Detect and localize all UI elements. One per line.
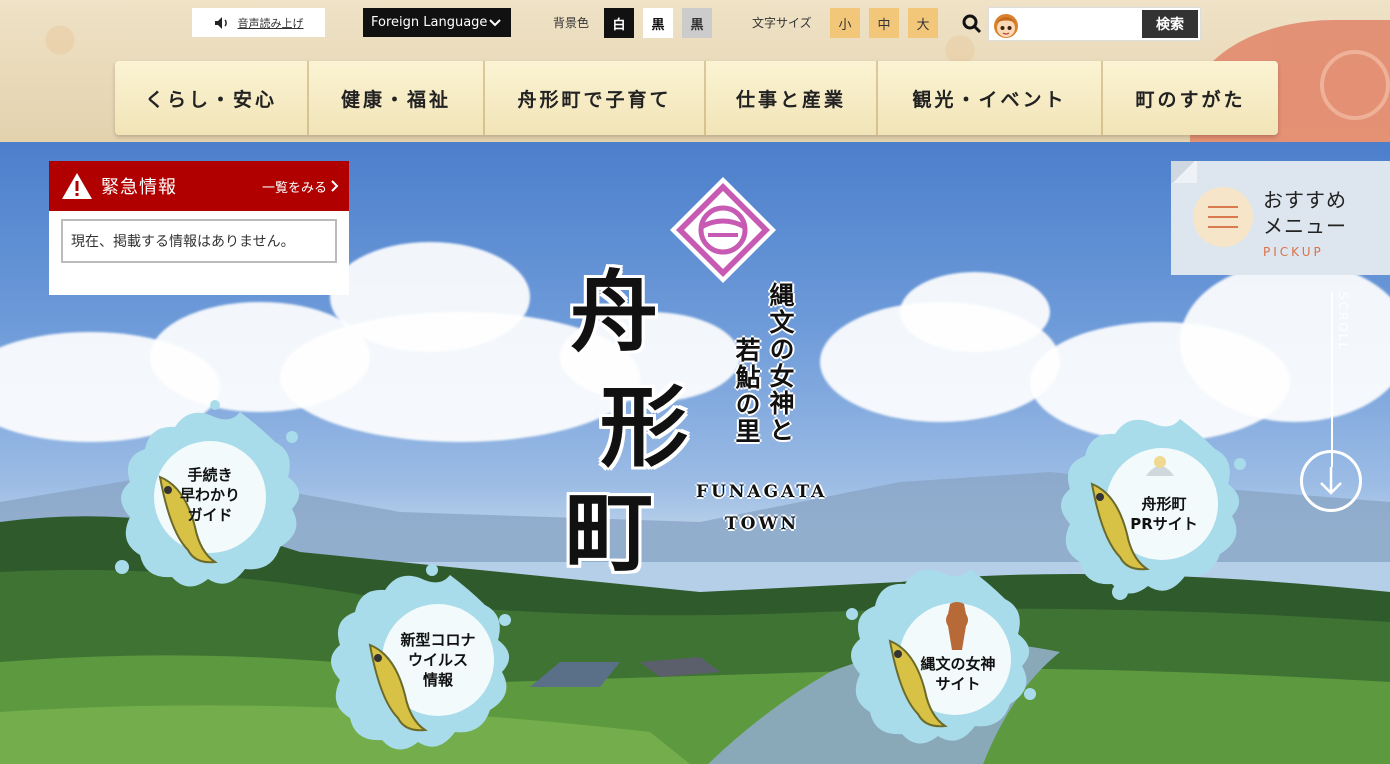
foreign-language-select[interactable]: Foreign Language bbox=[363, 8, 511, 37]
pickup-title: おすすめ メニュー bbox=[1263, 187, 1347, 239]
search-input[interactable] bbox=[1027, 12, 1137, 36]
pickup-title-line2: メニュー bbox=[1263, 214, 1347, 238]
splash-link-label: 舟形町 PRサイト bbox=[1064, 494, 1264, 534]
scroll-circle bbox=[1300, 450, 1362, 512]
nav-item-living[interactable]: くらし・安心 bbox=[115, 61, 309, 135]
arrow-down-icon bbox=[1320, 467, 1342, 495]
splash-label-line: 舟形町 bbox=[1141, 495, 1187, 513]
read-aloud-label: 音声読み上げ bbox=[237, 16, 304, 30]
splash-label-line: PRサイト bbox=[1130, 515, 1198, 533]
town-name-char: 町 bbox=[565, 480, 654, 584]
pickup-subtitle: PICKUP bbox=[1263, 245, 1324, 259]
splash-link-pr-site[interactable]: 舟形町 PRサイト bbox=[1050, 404, 1250, 604]
splash-label-line: 縄文の女神 bbox=[920, 655, 996, 673]
splash-link-label: 縄文の女神 サイト bbox=[858, 654, 1058, 694]
splash-link-procedure-guide[interactable]: 手続き 早わかり ガイド bbox=[110, 397, 310, 597]
nav-item-work[interactable]: 仕事と産業 bbox=[706, 61, 878, 135]
splash-label-line: 手続き bbox=[187, 466, 233, 484]
nav-item-about[interactable]: 町のすがた bbox=[1103, 61, 1278, 135]
site-header: 音声読み上げ Foreign Language 背景色 白 黒 黒 文字サイズ … bbox=[0, 0, 1390, 142]
main-nav: くらし・安心 健康・福祉 舟形町で子育て 仕事と産業 観光・イベント 町のすがた bbox=[115, 61, 1278, 135]
emergency-alert-more-label: 一覧をみる bbox=[261, 180, 327, 196]
search-button[interactable]: 検索 bbox=[1142, 10, 1198, 38]
nav-item-childcare[interactable]: 舟形町で子育て bbox=[485, 61, 706, 135]
page-fold bbox=[1171, 161, 1197, 183]
hero-section: 緊急情報 一覧をみる 現在、掲載する情報はありません。 おすすめ メニュー PI… bbox=[0, 142, 1390, 764]
bg-color-label: 背景色 bbox=[553, 16, 590, 30]
nav-item-tourism[interactable]: 観光・イベント bbox=[878, 61, 1103, 135]
splash-label-line: 情報 bbox=[422, 671, 453, 689]
font-size-label: 文字サイズ bbox=[752, 16, 812, 30]
romaji-line1: FUNAGATA bbox=[696, 482, 828, 502]
tagline-line2: 若鮎の里 bbox=[732, 337, 761, 445]
bg-black-button[interactable]: 黒 bbox=[643, 8, 673, 38]
read-aloud-button[interactable]: 音声読み上げ bbox=[192, 8, 325, 37]
splash-label-line: ガイド bbox=[187, 506, 233, 524]
town-name: 舟 形 町 bbox=[560, 242, 710, 584]
cloud bbox=[900, 272, 1050, 352]
emergency-alert-more-link[interactable]: 一覧をみる bbox=[262, 177, 339, 196]
emergency-alert-header: 緊急情報 一覧をみる bbox=[49, 161, 349, 211]
bg-white-button[interactable]: 白 bbox=[604, 8, 634, 38]
splash-label-line: 新型コロナ bbox=[400, 631, 476, 649]
emergency-alert-title: 緊急情報 bbox=[101, 177, 177, 198]
splash-label-line: ウイルス bbox=[407, 651, 468, 669]
nav-item-health[interactable]: 健康・福祉 bbox=[309, 61, 485, 135]
scroll-label: SCROLL bbox=[1336, 292, 1350, 352]
search-box: 検索 bbox=[988, 7, 1201, 41]
chevron-right-icon bbox=[331, 180, 339, 192]
splash-link-label: 手続き 早わかり ガイド bbox=[110, 465, 310, 525]
pr-mascot-icon bbox=[1146, 456, 1174, 476]
pickup-menu-button[interactable]: おすすめ メニュー PICKUP bbox=[1171, 161, 1390, 275]
emergency-alert-message: 現在、掲載する情報はありません。 bbox=[61, 219, 337, 263]
emergency-alert-panel: 緊急情報 一覧をみる 現在、掲載する情報はありません。 bbox=[49, 161, 349, 295]
splash-label-line: サイト bbox=[935, 675, 981, 693]
splash-link-label: 新型コロナ ウイルス 情報 bbox=[338, 630, 538, 690]
font-size-medium-button[interactable]: 中 bbox=[869, 8, 899, 38]
tagline-line1: 縄文の女神と bbox=[766, 282, 795, 444]
chevron-down-icon bbox=[489, 18, 501, 26]
bg-gray-button[interactable]: 黒 bbox=[682, 8, 712, 38]
splash-link-jomon-goddess[interactable]: 縄文の女神 サイト bbox=[840, 554, 1040, 754]
foreign-language-label: Foreign Language bbox=[371, 15, 488, 30]
warning-triangle-icon bbox=[62, 173, 92, 199]
splash-link-covid-info[interactable]: 新型コロナ ウイルス 情報 bbox=[320, 560, 520, 760]
scroll-line bbox=[1331, 292, 1333, 467]
splash-label-line: 早わかり bbox=[179, 486, 240, 504]
font-size-large-button[interactable]: 大 bbox=[908, 8, 938, 38]
romaji-line2: TOWN bbox=[725, 514, 800, 534]
magnifier-icon bbox=[962, 14, 982, 34]
scroll-indicator[interactable]: SCROLL bbox=[1300, 292, 1362, 522]
hamburger-icon bbox=[1193, 187, 1253, 247]
speaker-icon bbox=[214, 16, 227, 29]
font-size-small-button[interactable]: 小 bbox=[830, 8, 860, 38]
town-name-char: 舟 bbox=[570, 260, 659, 364]
mascot-avatar-icon bbox=[994, 14, 1018, 38]
pickup-title-line1: おすすめ bbox=[1263, 188, 1347, 212]
